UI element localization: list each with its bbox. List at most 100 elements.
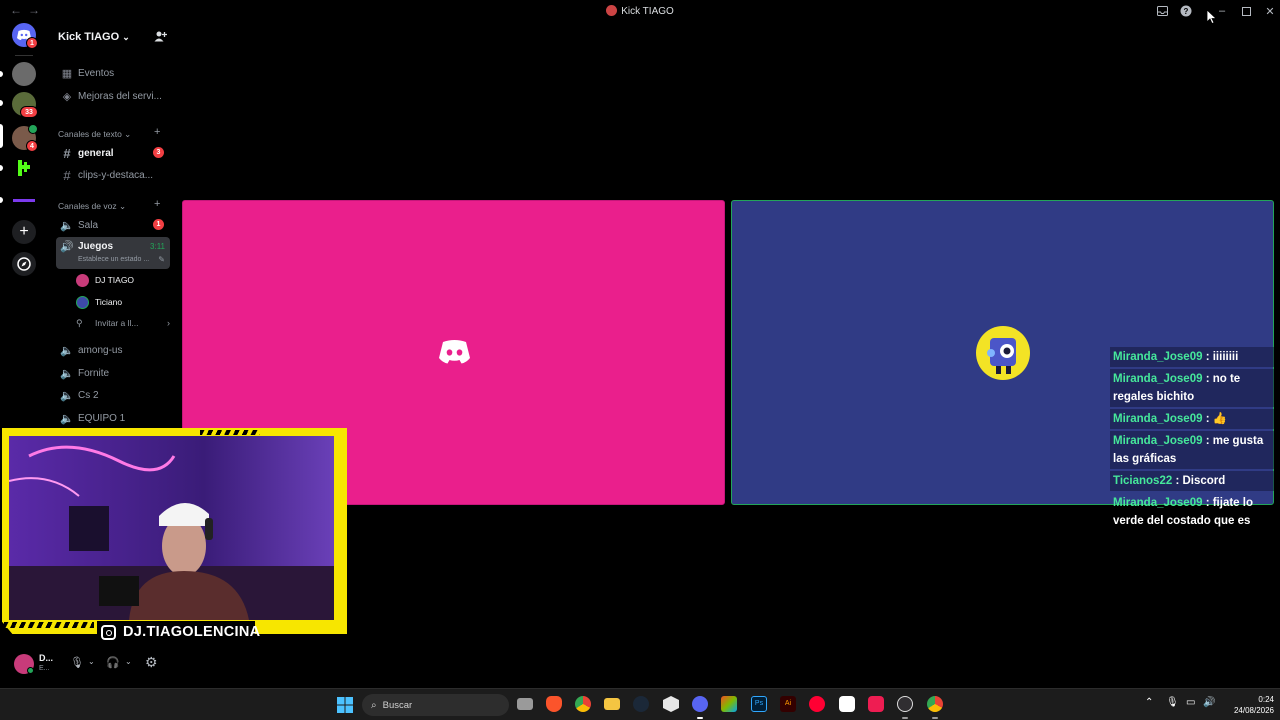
events-link[interactable]: ▦ Eventos — [56, 63, 170, 83]
chrome-icon[interactable] — [575, 696, 591, 712]
capcut-icon[interactable] — [839, 696, 855, 712]
app-icon[interactable] — [721, 696, 737, 712]
server-icon-5[interactable] — [12, 188, 36, 212]
voice-channel-among-us[interactable]: 🔈 among-us — [56, 340, 170, 360]
text-category-header[interactable]: Canales de texto ⌄ — [58, 129, 131, 140]
rail-divider — [15, 55, 33, 56]
voice-channel-equipo-1[interactable]: 🔈 EQUIPO 1 — [56, 408, 170, 428]
create-voice-channel-icon[interactable]: + — [154, 198, 160, 210]
user-panel: D... E... 🎙 ⌄ 🎧 ⌄ ⚙ — [8, 650, 172, 680]
taskbar-search[interactable]: ⌕ Buscar — [362, 694, 509, 716]
channel-general[interactable]: # general 3 — [56, 143, 170, 163]
edit-icon[interactable]: ✎ — [158, 255, 165, 264]
create-channel-icon[interactable]: + — [154, 126, 160, 138]
kick-logo-icon — [18, 160, 30, 176]
add-user-icon: ⚲ — [76, 317, 83, 328]
microphone-icon[interactable]: 🎙 — [1166, 697, 1179, 708]
youtube-icon[interactable] — [809, 696, 825, 712]
instagram-icon — [101, 625, 116, 640]
voice-user-ticiano[interactable]: Ticiano — [76, 293, 122, 311]
unread-indicator — [0, 197, 3, 203]
voice-channel-cs2[interactable]: 🔈 Cs 2 — [56, 385, 170, 405]
obs-icon[interactable] — [897, 696, 913, 712]
invite-to-voice[interactable]: ⚲ Invitar a ll... › — [76, 314, 170, 332]
inbox-icon[interactable] — [1155, 4, 1169, 18]
avatar[interactable] — [14, 654, 34, 674]
online-status-icon — [27, 667, 34, 674]
photoshop-icon[interactable]: Ps — [751, 696, 767, 712]
selected-indicator — [0, 124, 3, 148]
chat-message: Miranda_Jose09 : fijate lo verde del cos… — [1113, 497, 1253, 527]
illustrator-icon[interactable]: Ai — [780, 696, 796, 712]
chrome-icon[interactable] — [927, 696, 943, 712]
stream-chat-overlay: Miranda_Jose09 : iiiiiiii Miranda_Jose09… — [1110, 347, 1274, 533]
server-header[interactable]: Kick TIAGO ⌄ — [48, 22, 176, 54]
instagram-tag: DJ.TIAGOLENCINA — [97, 621, 260, 643]
voice-channel-sala[interactable]: 🔈 Sala 1 — [56, 215, 170, 235]
chat-message: Miranda_Jose09 : me gusta las gráficas — [1110, 431, 1274, 469]
discord-logo-icon — [439, 340, 470, 364]
voice-channel-juegos[interactable]: 🔊 Juegos 3:11 Establece un estado ... ✎ — [56, 237, 170, 269]
windows-taskbar: ⌕ Buscar Ps Ai ⌃ 🎙 ▭ 🔊 0:24 24/08/2026 — [0, 688, 1280, 720]
server-icon-kick[interactable] — [12, 156, 36, 180]
headphones-icon[interactable]: 🎧 — [106, 656, 120, 669]
speaker-active-icon: 🔊 — [60, 241, 74, 253]
server-boost-link[interactable]: ◈ Mejoras del servi... — [56, 86, 170, 106]
server-icon-1[interactable] — [12, 62, 36, 86]
server-icon-2[interactable]: 33 — [12, 92, 38, 118]
speaker-icon: 🔈 — [60, 389, 74, 402]
notification-badge: 1 — [26, 37, 38, 49]
explore-servers-icon[interactable] — [12, 252, 36, 276]
speaker-icon: 🔈 — [60, 412, 74, 425]
close-icon[interactable]: ✕ — [1263, 4, 1277, 18]
chevron-down-icon[interactable]: ⌄ — [125, 657, 132, 666]
speaker-icon: 🔈 — [60, 367, 74, 380]
file-explorer-icon[interactable] — [604, 698, 620, 710]
unread-badge: 1 — [153, 219, 164, 230]
microphone-icon[interactable]: 🎙 — [70, 656, 84, 669]
call-timer: 3:11 — [150, 242, 165, 251]
svg-text:?: ? — [1184, 7, 1189, 16]
maximize-icon[interactable] — [1239, 4, 1253, 18]
network-icon[interactable]: ▭ — [1186, 697, 1195, 708]
volume-icon[interactable]: 🔊 — [1203, 697, 1215, 708]
title-bar: ← → Kick TIAGO ? – ✕ — [0, 0, 1280, 24]
add-server-icon[interactable]: + — [12, 220, 36, 244]
task-view-icon[interactable] — [517, 698, 533, 710]
voice-user-dj-tiago[interactable]: DJ TIAGO — [76, 271, 134, 289]
windows-start-icon[interactable] — [337, 697, 353, 713]
webcam-scene — [9, 436, 334, 620]
chevron-down-icon[interactable]: ⌄ — [88, 657, 95, 666]
system-clock[interactable]: 0:24 24/08/2026 — [1222, 694, 1274, 716]
direct-messages-button[interactable]: 1 — [12, 23, 38, 49]
channel-status[interactable]: Establece un estado ... — [78, 256, 149, 263]
webcam-video — [9, 436, 334, 620]
voice-channel-fornite[interactable]: 🔈 Fornite — [56, 363, 170, 383]
help-icon[interactable]: ? — [1179, 4, 1193, 18]
hashtag-icon: # — [63, 145, 71, 161]
settings-gear-icon[interactable]: ⚙ — [145, 654, 158, 671]
server-icon-kick-tiago[interactable]: 4 — [12, 124, 38, 152]
add-member-icon[interactable] — [154, 30, 167, 45]
hashtag-icon: # — [63, 167, 71, 183]
minimize-icon[interactable]: – — [1215, 4, 1229, 18]
avatar — [76, 273, 89, 287]
window-title: Kick TIAGO — [0, 5, 1280, 17]
calendar-icon: ▦ — [61, 67, 73, 80]
server-name[interactable]: Kick TIAGO ⌄ — [58, 31, 130, 43]
channel-clips[interactable]: # clips-y-destaca... — [56, 165, 170, 185]
chevron-up-icon[interactable]: ⌃ — [1145, 697, 1153, 708]
mouse-cursor-icon — [1207, 10, 1217, 24]
voice-category-header[interactable]: Canales de voz ⌄ — [58, 201, 126, 212]
avatar — [76, 295, 89, 309]
unread-badge: 3 — [153, 147, 164, 158]
running-indicator — [902, 717, 908, 719]
chat-message: Miranda_Jose09 : no te regales bichito — [1110, 369, 1274, 407]
steam-icon[interactable] — [633, 696, 649, 712]
epic-games-icon[interactable] — [663, 696, 679, 712]
brave-browser-icon[interactable] — [546, 696, 562, 712]
speaker-icon: 🔈 — [60, 344, 74, 357]
search-icon: ⌕ — [371, 699, 377, 711]
tiktok-icon[interactable] — [868, 696, 884, 712]
discord-taskbar-icon[interactable] — [692, 696, 708, 712]
